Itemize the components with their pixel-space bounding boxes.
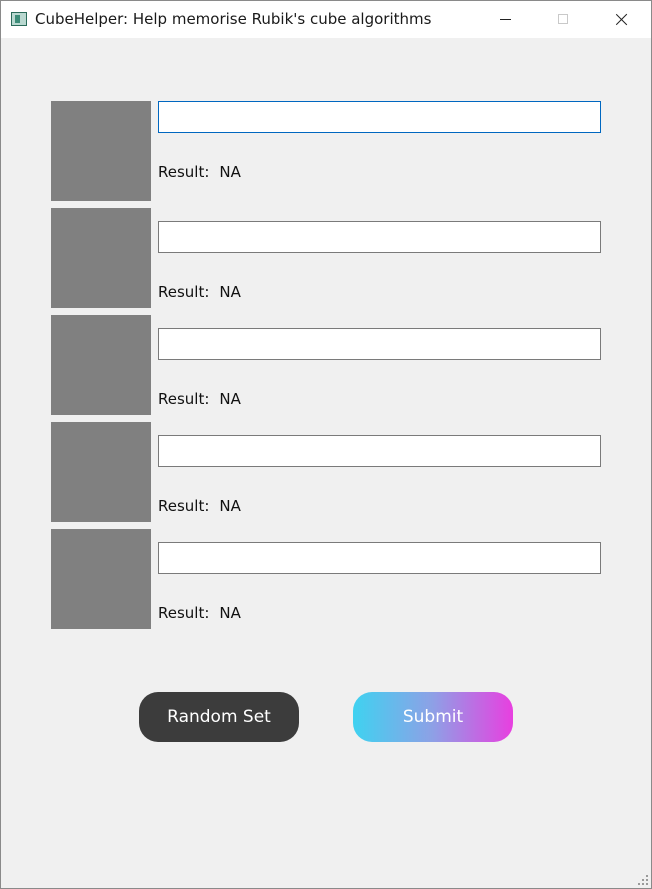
result-line-1: Result: NA	[158, 162, 241, 182]
close-icon	[615, 13, 628, 26]
title-bar[interactable]: CubeHelper: Help memorise Rubik's cube a…	[1, 1, 651, 38]
result-label-5: Result:	[158, 604, 210, 622]
result-label-3: Result:	[158, 390, 210, 408]
result-line-4: Result: NA	[158, 496, 241, 516]
app-window-icon	[11, 12, 27, 26]
result-label-2: Result:	[158, 283, 210, 301]
result-line-3: Result: NA	[158, 389, 241, 409]
algorithm-input-2[interactable]	[158, 221, 601, 253]
result-value-3: NA	[219, 390, 241, 408]
result-value-1: NA	[219, 163, 241, 181]
close-button[interactable]	[592, 1, 650, 38]
algorithm-input-5[interactable]	[158, 542, 601, 574]
app-window: CubeHelper: Help memorise Rubik's cube a…	[0, 0, 652, 889]
maximize-icon	[558, 14, 568, 24]
cube-image-1	[51, 101, 151, 201]
algorithm-row-4: Result: NA	[1, 422, 651, 522]
window-title: CubeHelper: Help memorise Rubik's cube a…	[35, 10, 432, 28]
result-value-5: NA	[219, 604, 241, 622]
algorithm-row-1: Result: NA	[1, 101, 651, 201]
maximize-button[interactable]	[534, 1, 592, 38]
cube-image-2	[51, 208, 151, 308]
result-label-4: Result:	[158, 497, 210, 515]
submit-button[interactable]: Submit	[353, 692, 513, 742]
minimize-icon	[500, 19, 511, 20]
algorithm-input-4[interactable]	[158, 435, 601, 467]
cube-image-5	[51, 529, 151, 629]
algorithm-row-5: Result: NA	[1, 529, 651, 629]
cube-image-4	[51, 422, 151, 522]
random-set-button[interactable]: Random Set	[139, 692, 299, 742]
result-line-2: Result: NA	[158, 282, 241, 302]
result-line-5: Result: NA	[158, 603, 241, 623]
result-value-2: NA	[219, 283, 241, 301]
algorithm-row-3: Result: NA	[1, 315, 651, 415]
algorithm-row-2: Result: NA	[1, 208, 651, 308]
result-value-4: NA	[219, 497, 241, 515]
algorithm-input-3[interactable]	[158, 328, 601, 360]
resize-grip-icon[interactable]	[638, 875, 648, 885]
result-label-1: Result:	[158, 163, 210, 181]
algorithm-input-1[interactable]	[158, 101, 601, 133]
minimize-button[interactable]	[476, 1, 534, 38]
cube-image-3	[51, 315, 151, 415]
